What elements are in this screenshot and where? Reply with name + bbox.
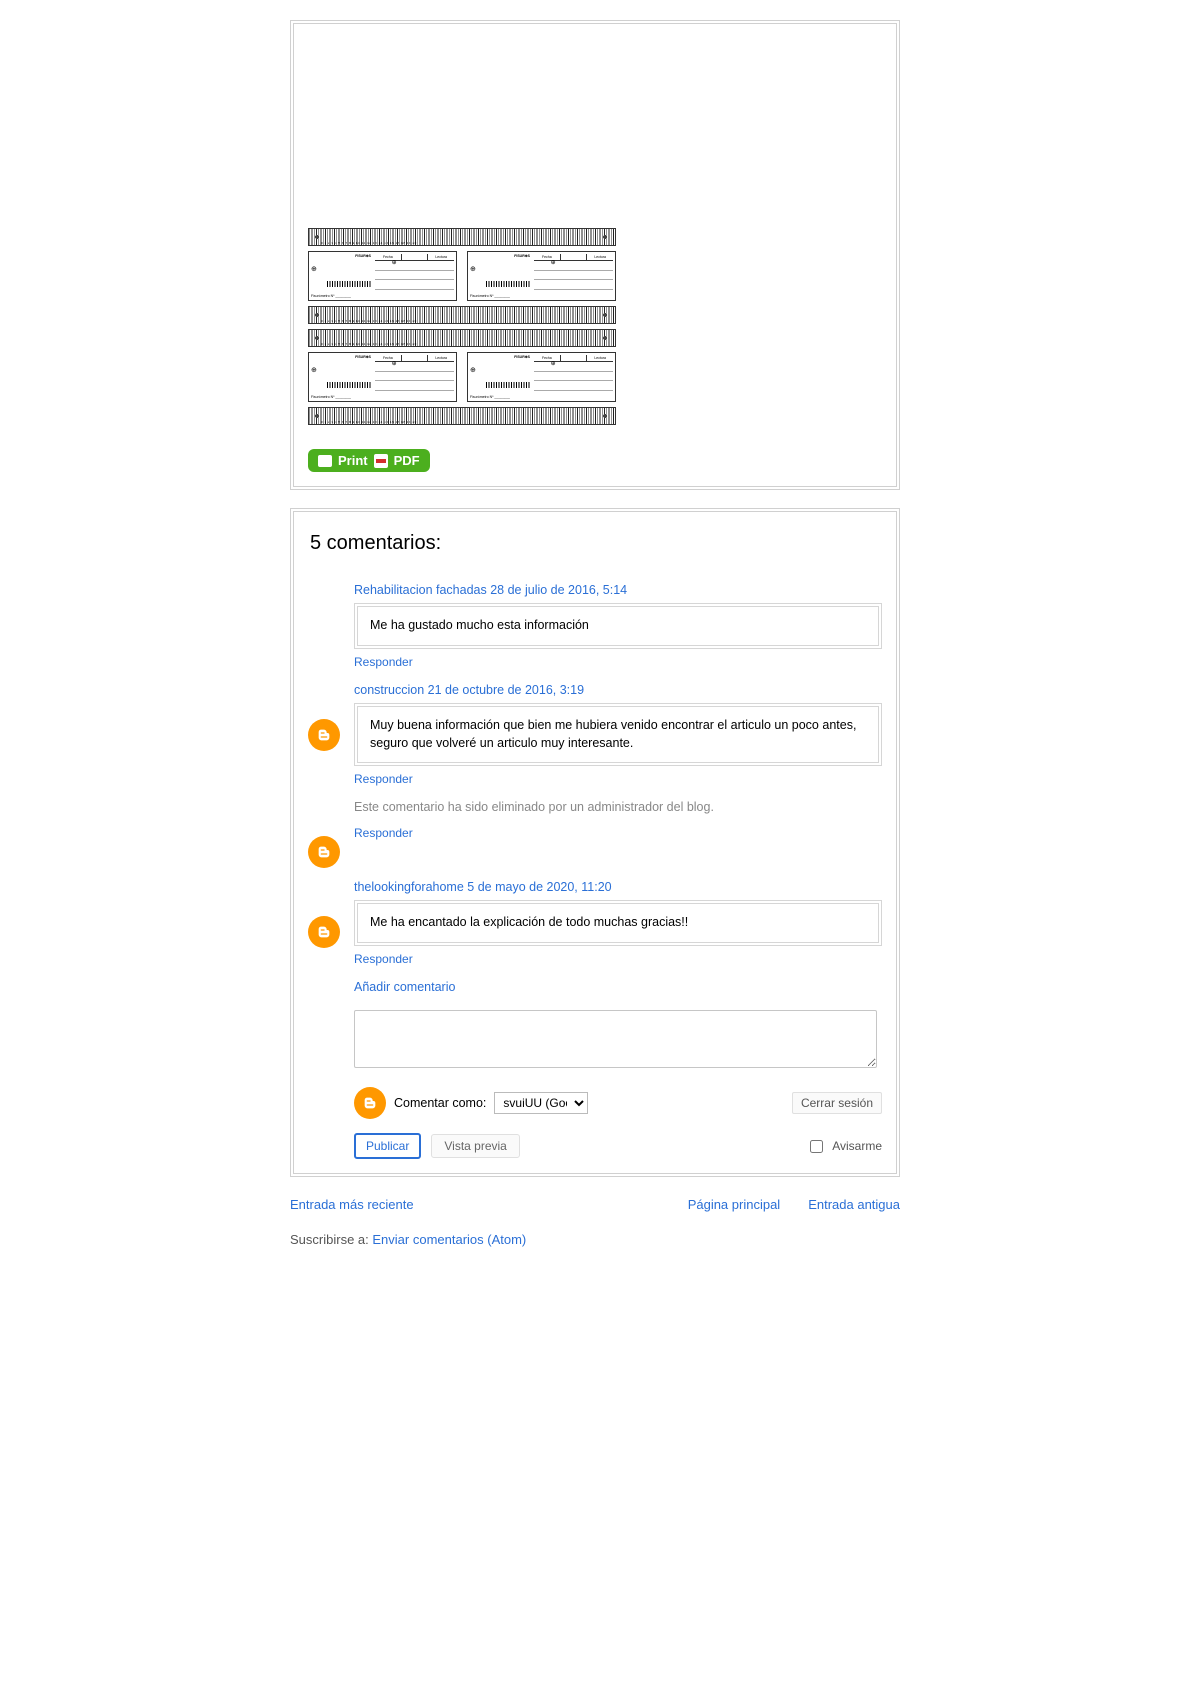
comment-timestamp-link[interactable]: 28 de julio de 2016, 5:14 [490, 583, 627, 597]
print-icon [318, 455, 332, 467]
ruler-template-figure: FISUR⊕S Fisurómetro Nº ________ Fecha Le… [308, 228, 616, 425]
comment-timestamp-link[interactable]: 21 de octubre de 2016, 3:19 [428, 683, 584, 697]
target-icon [402, 254, 429, 260]
avatar [308, 836, 340, 868]
blogger-icon [362, 1095, 378, 1111]
target-icon [470, 265, 476, 273]
comment-textarea[interactable] [354, 1010, 877, 1068]
older-post-link[interactable]: Entrada antigua [808, 1197, 900, 1212]
reply-link[interactable]: Responder [354, 952, 413, 966]
notify-checkbox-label[interactable]: Avisarme [806, 1137, 882, 1156]
blogger-icon [316, 844, 332, 860]
fissure-card: FISUR⊕S Fisurómetro Nº ________ Fecha Le… [308, 251, 457, 301]
post-nav: Entrada más reciente Página principal En… [286, 1195, 904, 1214]
ruler-strip [308, 306, 616, 324]
ruler-strip [308, 329, 616, 347]
serial-label: Fisurómetro Nº ________ [311, 294, 371, 298]
avatar [354, 1087, 386, 1119]
ruler-strip [308, 407, 616, 425]
target-icon [311, 366, 317, 374]
comment-text: Me ha gustado mucho esta información [354, 603, 882, 649]
comment-removed-text: Este comentario ha sido eliminado por un… [354, 800, 882, 814]
comment-text: Muy buena información que bien me hubier… [354, 703, 882, 766]
preview-button[interactable]: Vista previa [431, 1134, 519, 1158]
avatar [308, 916, 340, 948]
fissure-card-row: FISUR⊕S Fisurómetro Nº ________ Fecha Le… [308, 251, 616, 301]
identity-row: Comentar como: svuiUU (Google Cerrar ses… [354, 1087, 882, 1119]
comment-meta: thelookingforahome 5 de mayo de 2020, 11… [354, 880, 882, 894]
barcode [327, 281, 371, 287]
reply-link[interactable]: Responder [354, 655, 413, 669]
blogger-icon [316, 924, 332, 940]
comments-title: 5 comentarios: [310, 532, 882, 555]
avatar [308, 719, 340, 751]
subscribe-lead: Suscribirse a: [290, 1232, 372, 1247]
print-label: Print [338, 453, 368, 468]
signout-button[interactable]: Cerrar sesión [792, 1092, 882, 1114]
comment-item: thelookingforahome 5 de mayo de 2020, 11… [308, 880, 882, 968]
fissure-card: FISUR⊕S Fisurómetro Nº ________ Fecha Le… [308, 352, 457, 402]
newer-post-link[interactable]: Entrada más reciente [290, 1197, 414, 1212]
pdf-icon [374, 454, 388, 468]
comments-card: 5 comentarios: Rehabilitacion fachadas 2… [290, 508, 900, 1177]
notify-text: Avisarme [832, 1139, 882, 1153]
subscribe-block: Suscribirse a: Enviar comentarios (Atom) [286, 1232, 904, 1247]
ruler-strip [308, 228, 616, 246]
identity-select[interactable]: svuiUU (Google [494, 1092, 588, 1114]
comment-author-link[interactable]: thelookingforahome [354, 880, 464, 894]
comment-author-link[interactable]: construccion [354, 683, 424, 697]
comment-meta: construccion 21 de octubre de 2016, 3:19 [354, 683, 882, 697]
reply-link[interactable]: Responder [354, 772, 413, 786]
home-link[interactable]: Página principal [688, 1197, 781, 1212]
target-icon [470, 366, 476, 374]
comment-text: Me ha encantado la explicación de todo m… [354, 900, 882, 946]
pdf-label: PDF [394, 453, 420, 468]
col-lectura: Lectura [428, 254, 454, 260]
blogger-icon [316, 727, 332, 743]
col-fecha: Fecha [375, 254, 402, 260]
reply-link[interactable]: Responder [354, 826, 413, 840]
target-icon [311, 265, 317, 273]
publish-button[interactable]: Publicar [354, 1133, 421, 1159]
comment-item-removed: Este comentario ha sido eliminado por un… [308, 800, 882, 868]
comment-form: Comentar como: svuiUU (Google Cerrar ses… [354, 1010, 882, 1159]
comment-meta: Rehabilitacion fachadas 28 de julio de 2… [354, 583, 882, 597]
comment-item: Rehabilitacion fachadas 28 de julio de 2… [308, 583, 882, 671]
add-comment-link[interactable]: Añadir comentario [354, 980, 882, 994]
brand-label: FISUR⊕S [311, 254, 371, 258]
subscribe-link[interactable]: Enviar comentarios (Atom) [372, 1232, 526, 1247]
post-card: FISUR⊕S Fisurómetro Nº ________ Fecha Le… [290, 20, 900, 490]
notify-checkbox[interactable] [810, 1140, 823, 1153]
fissure-card-row: FISUR⊕S Fisurómetro Nº ________ Fecha Le… [308, 352, 616, 402]
comment-timestamp-link[interactable]: 5 de mayo de 2020, 11:20 [467, 880, 611, 894]
print-pdf-button[interactable]: Print PDF [308, 449, 430, 472]
form-actions: Publicar Vista previa Avisarme [354, 1133, 882, 1159]
fissure-card: FISUR⊕S Fisurómetro Nº ________ Fecha Le… [467, 352, 616, 402]
comment-item: construccion 21 de octubre de 2016, 3:19… [308, 683, 882, 788]
post-media-spacer [308, 38, 882, 228]
fissure-card: FISUR⊕S Fisurómetro Nº ________ Fecha Le… [467, 251, 616, 301]
identity-label: Comentar como: [394, 1096, 486, 1110]
comment-author-link[interactable]: Rehabilitacion fachadas [354, 583, 487, 597]
